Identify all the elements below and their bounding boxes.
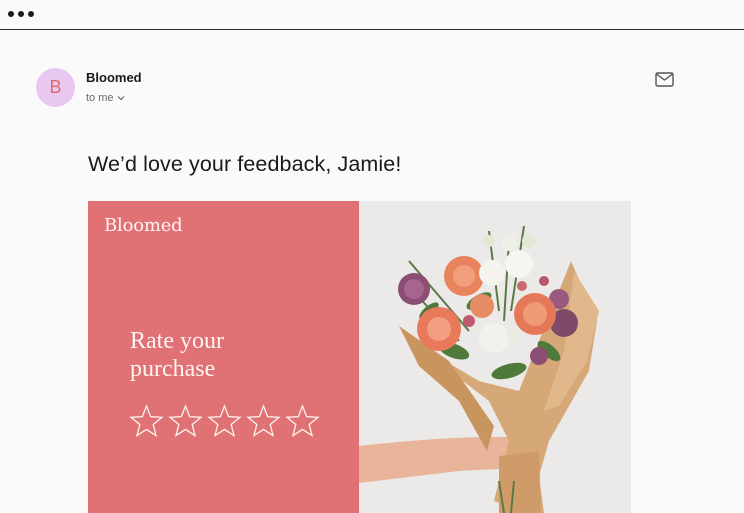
dot <box>18 11 24 17</box>
star-rating <box>129 404 320 438</box>
rate-heading: Rate your purchase <box>130 327 290 383</box>
window-titlebar <box>0 0 744 30</box>
recipient-dropdown[interactable]: to me <box>86 92 125 104</box>
feedback-banner: Bloomed Rate your purchase <box>88 201 631 513</box>
star-icon[interactable] <box>207 404 242 438</box>
star-icon[interactable] <box>129 404 164 438</box>
bouquet-image <box>359 201 631 513</box>
recipient-label: to me <box>86 92 114 104</box>
star-icon[interactable] <box>168 404 203 438</box>
rating-panel: Bloomed Rate your purchase <box>88 201 359 513</box>
rate-heading-line1: Rate your <box>130 328 224 354</box>
rate-heading-line2: purchase <box>130 356 216 382</box>
brand-logo: Bloomed <box>104 215 183 236</box>
dot <box>28 11 34 17</box>
sender-name: Bloomed <box>86 70 142 85</box>
chevron-down-icon <box>117 92 125 104</box>
three-dots-icon[interactable] <box>8 11 34 17</box>
email-subject: We’d love your feedback, Jamie! <box>88 152 402 176</box>
dot <box>8 11 14 17</box>
mail-icon[interactable] <box>655 72 674 87</box>
sender-avatar[interactable]: B <box>36 68 75 107</box>
star-icon[interactable] <box>285 404 320 438</box>
star-icon[interactable] <box>246 404 281 438</box>
